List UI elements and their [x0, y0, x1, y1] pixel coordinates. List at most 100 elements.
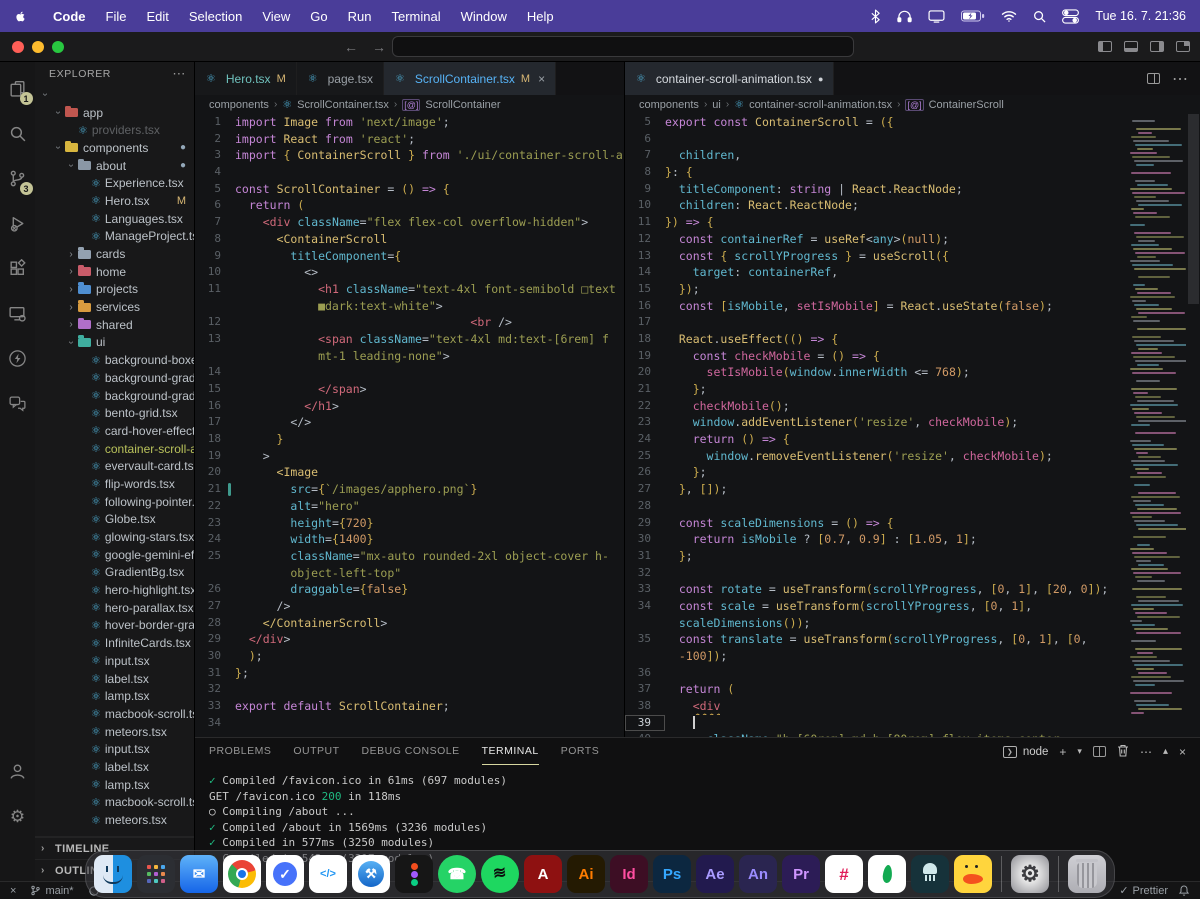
spotlight-search-icon[interactable]: [1033, 10, 1046, 23]
panel-more-actions-icon[interactable]: ⋯: [1140, 745, 1152, 759]
tree-item-container-scroll-a[interactable]: ⚛container-scroll-a...: [35, 440, 194, 458]
code-line[interactable]: 10 children: React.ReactNode;: [625, 197, 1200, 214]
code-line[interactable]: 20 <Image: [195, 464, 624, 481]
code-line[interactable]: 20 setIsMobile(window.innerWidth <= 768)…: [625, 364, 1200, 381]
dock-slack-icon[interactable]: #: [825, 855, 863, 893]
code-line[interactable]: 18 }: [195, 431, 624, 448]
tree-item-lamptsx[interactable]: ⚛lamp.tsx: [35, 776, 194, 794]
code-line[interactable]: 7 <div className="flex flex-col overflow…: [195, 214, 624, 231]
code-line[interactable]: 3import { ContainerScroll } from './ui/c…: [195, 147, 624, 164]
notifications-bell-icon[interactable]: [1178, 884, 1190, 897]
code-editor-left[interactable]: 1import Image from 'next/image';2import …: [195, 114, 624, 737]
breadcrumb-item[interactable]: ui: [712, 99, 721, 111]
back-arrow-icon[interactable]: ←: [344, 39, 358, 55]
dock-settings-icon[interactable]: ⚙: [1011, 855, 1049, 893]
terminal-shell-label[interactable]: node: [1023, 746, 1049, 758]
code-line[interactable]: 33export default ScrollContainer;: [195, 698, 624, 715]
dock-finder-icon[interactable]: [94, 855, 132, 893]
formatter-status[interactable]: ✓Prettier: [1119, 884, 1168, 897]
tree-item-cards[interactable]: ›cards: [35, 245, 194, 263]
code-line[interactable]: 9 titleComponent: string | React.ReactNo…: [625, 181, 1200, 198]
tab-pagetsx[interactable]: ⚛page.tsx: [297, 62, 384, 95]
code-line[interactable]: 6: [625, 131, 1200, 148]
breadcrumb-item[interactable]: ContainerScroll: [929, 99, 1004, 111]
tree-item-ui[interactable]: ›ui: [35, 334, 194, 352]
dock-spotify-icon[interactable]: ≋: [481, 855, 519, 893]
new-terminal-icon[interactable]: +: [1059, 745, 1066, 759]
code-line[interactable]: 25 window.removeEventListener('resize', …: [625, 448, 1200, 465]
code-line[interactable]: 8}: {: [625, 164, 1200, 181]
code-line[interactable]: 7 children,: [625, 147, 1200, 164]
code-line[interactable]: 15 </span>: [195, 381, 624, 398]
code-line[interactable]: 31 };: [625, 548, 1200, 565]
dock-premiere-icon[interactable]: Pr: [782, 855, 820, 893]
code-line[interactable]: 36: [625, 665, 1200, 682]
close-panel-icon[interactable]: ×: [1179, 745, 1186, 759]
code-line[interactable]: 15 });: [625, 281, 1200, 298]
tab-ScrollContainertsx[interactable]: ⚛ScrollContainer.tsxM×: [384, 62, 556, 95]
panel-tab-problems[interactable]: PROBLEMS: [209, 738, 271, 765]
code-line[interactable]: 29 const scaleDimensions = () => {: [625, 515, 1200, 532]
code-line[interactable]: 23 height={720}: [195, 515, 624, 532]
tree-item-hero-highlighttsx[interactable]: ⚛hero-highlight.tsx: [35, 581, 194, 599]
menu-item-file[interactable]: File: [96, 9, 137, 24]
code-line[interactable]: 5const ScrollContainer = () => {: [195, 181, 624, 198]
git-branch-item[interactable]: main*: [30, 884, 73, 897]
tree-item-flip-wordstsx[interactable]: ⚛flip-words.tsx: [35, 475, 194, 493]
launch-profile-chevron-icon[interactable]: ▾: [1077, 746, 1082, 757]
tree-item-hero-parallaxtsx[interactable]: ⚛hero-parallax.tsx: [35, 599, 194, 617]
code-line[interactable]: 8 <ContainerScroll: [195, 231, 624, 248]
code-line[interactable]: 12 <br />: [195, 314, 624, 331]
editor-scrollbar[interactable]: [1187, 114, 1200, 737]
menu-item-selection[interactable]: Selection: [179, 9, 252, 24]
dock-launchpad-icon[interactable]: [137, 855, 175, 893]
tree-item-macbook-scrolltsx[interactable]: ⚛macbook-scroll.tsx: [35, 705, 194, 723]
code-line[interactable]: 11 <h1 className="text-4xl font-semibold…: [195, 281, 624, 298]
menu-item-edit[interactable]: Edit: [136, 9, 178, 24]
panel-tab-ports[interactable]: PORTS: [561, 738, 599, 765]
customize-layout-icon[interactable]: [1176, 41, 1190, 52]
dock-vscode-icon[interactable]: </>: [309, 855, 347, 893]
comments-view-icon[interactable]: [2, 385, 34, 421]
tree-item-shared[interactable]: ›shared: [35, 316, 194, 334]
code-line[interactable]: 28: [625, 498, 1200, 515]
tree-item-labeltsx[interactable]: ⚛label.tsx: [35, 758, 194, 776]
battery-icon[interactable]: [961, 10, 985, 22]
tree-item-evervault-cardtsx[interactable]: ⚛evervault-card.tsx: [35, 457, 194, 475]
menu-item-help[interactable]: Help: [517, 9, 564, 24]
code-line[interactable]: 33 const rotate = useTransform(scrollYPr…: [625, 581, 1200, 598]
dock-chrome-icon[interactable]: [223, 855, 261, 893]
kill-terminal-icon[interactable]: [1117, 744, 1129, 760]
dock-aftereffects-icon[interactable]: Ae: [696, 855, 734, 893]
tree-item-about[interactable]: ›about●: [35, 157, 194, 175]
breadcrumb-item[interactable]: ScrollContainer.tsx: [297, 99, 389, 111]
editor-more-actions-icon[interactable]: ⋯: [1172, 69, 1188, 89]
tree-item-macbook-scrolltsx[interactable]: ⚛macbook-scroll.tsx: [35, 794, 194, 812]
tree-item-ManageProjecttsx[interactable]: ⚛ManageProject.tsx: [35, 228, 194, 246]
dock-figma-icon[interactable]: [395, 855, 433, 893]
code-line[interactable]: 11}) => {: [625, 214, 1200, 231]
close-window-button[interactable]: [12, 41, 24, 53]
tab-container-scroll-animationtsx[interactable]: ⚛container-scroll-animation.tsx●: [625, 62, 834, 95]
maximize-panel-icon[interactable]: ▴: [1163, 746, 1168, 757]
display-icon[interactable]: [928, 10, 945, 23]
code-line[interactable]: 37 return (: [625, 681, 1200, 698]
tree-item-glowing-starstsx[interactable]: ⚛glowing-stars.tsx: [35, 528, 194, 546]
tree-item-GradientBgtsx[interactable]: ⚛GradientBg.tsx: [35, 564, 194, 582]
code-line[interactable]: 27 }, []);: [625, 481, 1200, 498]
code-line[interactable]: 17 </>: [195, 414, 624, 431]
breadcrumb-left[interactable]: components›⚛ScrollContainer.tsx›[@]Scrol…: [195, 95, 624, 114]
menu-item-code[interactable]: Code: [43, 9, 96, 24]
code-line[interactable]: object-left-top": [195, 565, 624, 582]
breadcrumb-item[interactable]: ScrollContainer: [425, 99, 500, 111]
headphones-icon[interactable]: [897, 9, 912, 23]
account-icon[interactable]: [2, 753, 34, 789]
code-line[interactable]: 4: [195, 164, 624, 181]
tree-item-background-boxes[interactable]: ⚛background-boxes...: [35, 351, 194, 369]
dock-trash-icon[interactable]: [1068, 855, 1106, 893]
code-editor-right[interactable]: 5export const ContainerScroll = ({67 chi…: [625, 114, 1200, 737]
tree-item-InfiniteCardstsx[interactable]: ⚛InfiniteCards.tsx: [35, 634, 194, 652]
dock-whatsapp-icon[interactable]: ☎: [438, 855, 476, 893]
code-line[interactable]: 24 return () => {: [625, 431, 1200, 448]
extensions-view-icon[interactable]: [2, 250, 34, 286]
